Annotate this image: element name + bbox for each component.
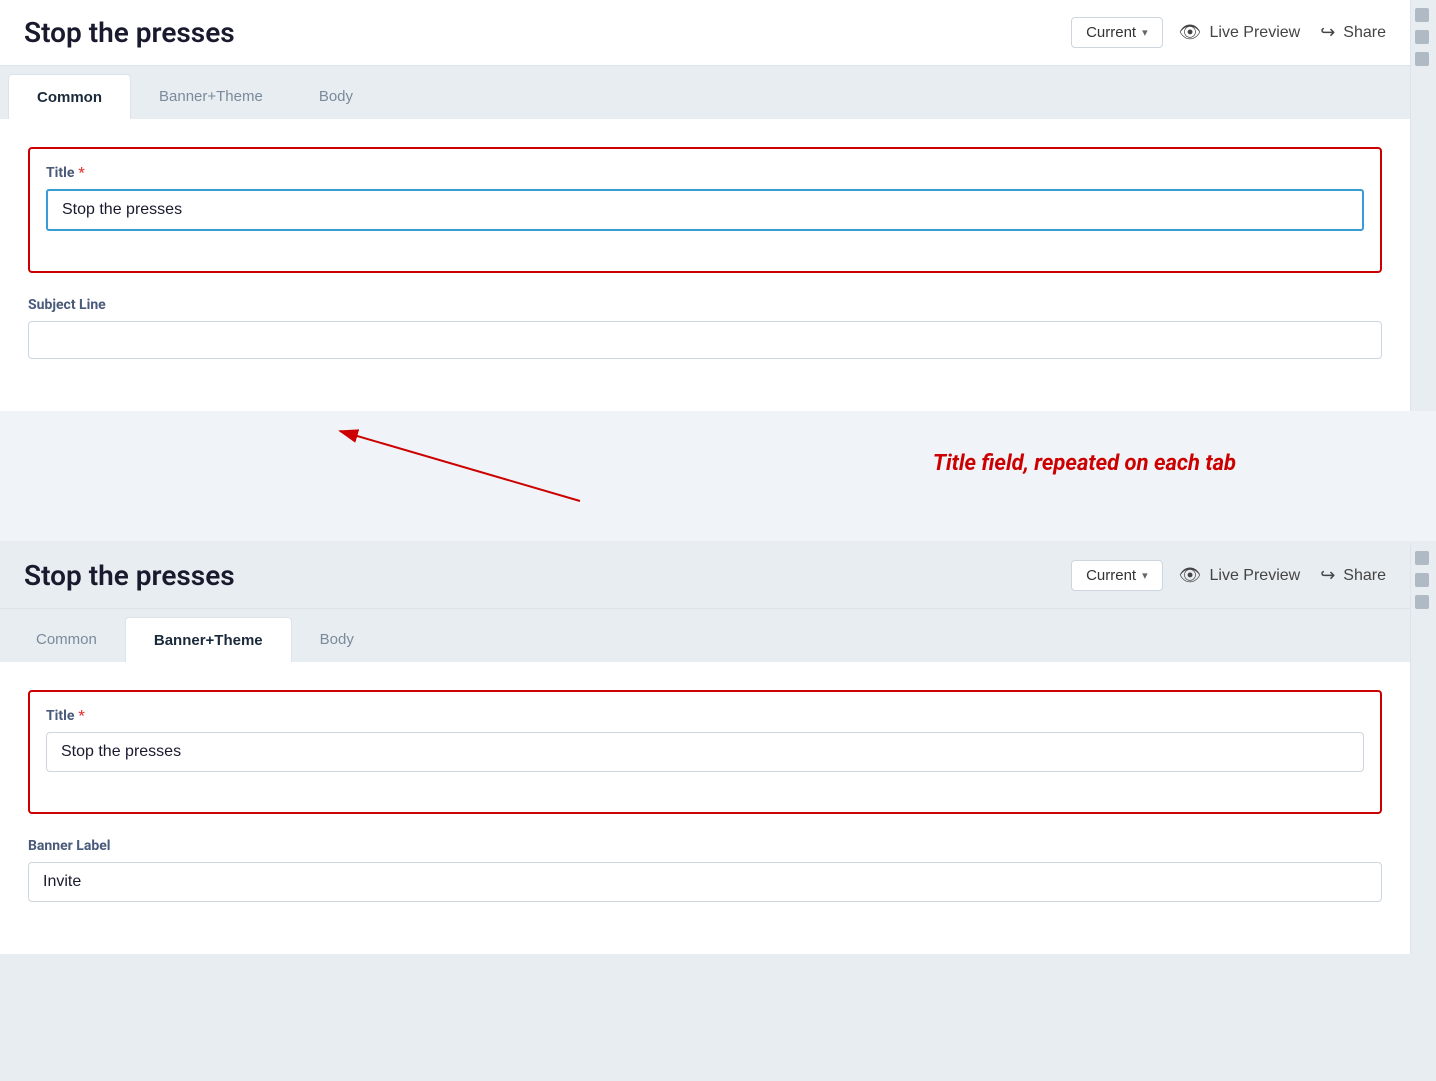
title-required-star-bottom: * <box>78 708 84 724</box>
chevron-down-icon-bottom: ▾ <box>1142 569 1148 582</box>
share-arrow-icon-bottom: ↪ <box>1320 565 1335 586</box>
title-field-red-box-top: Title * <box>28 147 1382 273</box>
live-preview-button-bottom[interactable]: 👁 Live Preview <box>1179 565 1301 586</box>
page-title-top: Stop the presses <box>24 16 1055 49</box>
right-sidebar-top <box>1410 0 1436 411</box>
live-preview-button-top[interactable]: 👁 Live Preview <box>1179 22 1301 43</box>
share-label-top: Share <box>1343 24 1386 42</box>
eye-icon-top: 👁 <box>1179 22 1202 43</box>
title-field-red-box-bottom: Title * <box>28 690 1382 814</box>
banner-label-input[interactable] <box>28 862 1382 902</box>
annotation-text-label: Title field, repeated on each tab <box>933 451 1236 476</box>
annotation-arrow-svg <box>0 411 1436 541</box>
share-arrow-icon-top: ↪ <box>1320 22 1335 43</box>
title-label-top: Title * <box>46 165 1364 181</box>
version-dropdown-bottom[interactable]: Current ▾ <box>1071 560 1163 591</box>
bottom-header: Stop the presses Current ▾ 👁 Live Previe… <box>0 543 1410 609</box>
version-label-top: Current <box>1086 24 1136 41</box>
page-title-bottom: Stop the presses <box>24 559 1055 592</box>
tab-banner-theme-bottom[interactable]: Banner+Theme <box>125 617 292 663</box>
subject-line-input-top[interactable] <box>28 321 1382 359</box>
version-dropdown-top[interactable]: Current ▾ <box>1071 17 1163 48</box>
title-input-top[interactable] <box>46 189 1364 231</box>
chevron-down-icon-top: ▾ <box>1142 26 1148 39</box>
sidebar-dot-5 <box>1415 573 1429 587</box>
sidebar-dot-6 <box>1415 595 1429 609</box>
title-label-bottom: Title * <box>46 708 1364 724</box>
live-preview-label-bottom: Live Preview <box>1210 567 1301 585</box>
subject-line-label-top: Subject Line <box>28 297 1382 313</box>
bottom-section: Stop the presses Current ▾ 👁 Live Previe… <box>0 543 1436 954</box>
right-sidebar-bottom <box>1410 543 1436 954</box>
tab-common-top[interactable]: Common <box>8 74 131 120</box>
banner-label-label: Banner Label <box>28 838 1382 854</box>
top-header: Stop the presses Current ▾ 👁 Live Previe… <box>0 0 1410 66</box>
bottom-content-area: Title * Banner Label <box>0 662 1410 954</box>
title-required-star-top: * <box>78 165 84 181</box>
tabs-bar-bottom: Common Banner+Theme Body <box>0 609 1410 662</box>
title-field-group-bottom: Title * <box>46 708 1364 772</box>
share-button-top[interactable]: ↪ Share <box>1320 22 1386 43</box>
tab-banner-theme-top[interactable]: Banner+Theme <box>131 74 291 119</box>
subject-line-field-group-top: Subject Line <box>28 297 1382 359</box>
share-button-bottom[interactable]: ↪ Share <box>1320 565 1386 586</box>
tab-body-top[interactable]: Body <box>291 74 381 119</box>
sidebar-dot-3 <box>1415 52 1429 66</box>
sidebar-dot-1 <box>1415 8 1429 22</box>
title-input-bottom[interactable] <box>46 732 1364 772</box>
annotation-area: Title field, repeated on each tab <box>0 411 1436 541</box>
sidebar-dot-2 <box>1415 30 1429 44</box>
sidebar-dot-4 <box>1415 551 1429 565</box>
version-label-bottom: Current <box>1086 567 1136 584</box>
top-content-area: Title * Subject Line <box>0 119 1410 411</box>
eye-icon-bottom: 👁 <box>1179 565 1202 586</box>
tab-body-bottom[interactable]: Body <box>292 617 382 662</box>
tabs-bar-top: Common Banner+Theme Body <box>0 66 1410 119</box>
title-field-group-top: Title * <box>46 165 1364 231</box>
banner-label-field-group: Banner Label <box>28 838 1382 902</box>
header-actions-top: 👁 Live Preview ↪ Share <box>1179 22 1386 43</box>
tab-common-bottom[interactable]: Common <box>8 617 125 662</box>
live-preview-label-top: Live Preview <box>1210 24 1301 42</box>
header-actions-bottom: 👁 Live Preview ↪ Share <box>1179 565 1386 586</box>
share-label-bottom: Share <box>1343 567 1386 585</box>
